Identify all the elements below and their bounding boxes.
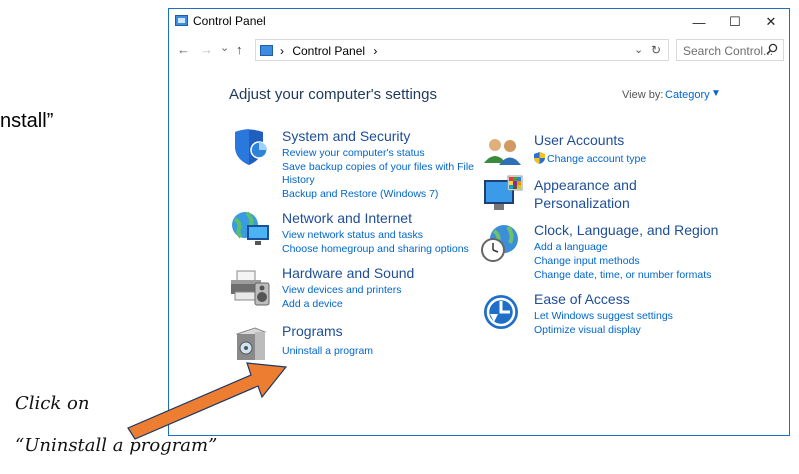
ease-of-access-icon xyxy=(484,295,518,329)
breadcrumb-separator: › xyxy=(280,44,284,58)
category-appearance-line1[interactable]: Appearance and xyxy=(534,177,637,193)
navigation-row: ← → ⌄ ↑ › Control Panel › ⌄ ↻ Search Con… xyxy=(169,39,789,63)
chevron-down-icon[interactable]: ⌄ xyxy=(634,43,643,56)
user-accounts-icon xyxy=(484,139,521,165)
category-ease-of-access[interactable]: Ease of Access xyxy=(534,291,630,307)
programs-icon xyxy=(235,327,267,360)
minimize-button[interactable]: — xyxy=(681,9,717,35)
link-backup-restore[interactable]: Backup and Restore (Windows 7) xyxy=(282,188,438,200)
search-icon xyxy=(766,43,778,55)
view-by-dropdown[interactable]: Category xyxy=(665,89,710,101)
printer-icon xyxy=(231,270,270,306)
control-panel-icon xyxy=(175,15,188,26)
view-by-label: View by: xyxy=(622,89,664,101)
link-change-input-methods[interactable]: Change input methods xyxy=(534,255,640,267)
breadcrumb-separator: › xyxy=(373,44,378,58)
link-network-status[interactable]: View network status and tasks xyxy=(282,229,423,241)
link-homegroup[interactable]: Choose homegroup and sharing options xyxy=(282,243,469,255)
refresh-icon[interactable]: ↻ xyxy=(651,43,661,57)
appearance-icon xyxy=(484,175,523,210)
uac-shield-icon xyxy=(534,152,545,164)
category-appearance-line2[interactable]: Personalization xyxy=(534,195,630,211)
search-input[interactable]: Search Control... xyxy=(676,39,784,61)
control-panel-window: Control Panel — ☐ ✕ ← → ⌄ ↑ › Control Pa… xyxy=(168,8,790,436)
window-title: Control Panel xyxy=(193,14,266,28)
link-optimize-visual-display[interactable]: Optimize visual display xyxy=(534,324,641,336)
page-title: Adjust your computer's settings xyxy=(229,86,437,103)
maximize-button[interactable]: ☐ xyxy=(717,9,753,35)
breadcrumb-control-panel[interactable]: Control Panel xyxy=(292,44,365,58)
category-system-and-security[interactable]: System and Security xyxy=(282,128,410,144)
category-hardware-and-sound[interactable]: Hardware and Sound xyxy=(282,265,414,281)
forward-arrow-icon[interactable]: → xyxy=(200,42,213,57)
recent-locations-icon[interactable]: ⌄ xyxy=(220,41,229,54)
address-bar[interactable]: › Control Panel › ⌄ ↻ xyxy=(255,39,669,61)
link-add-language[interactable]: Add a language xyxy=(534,241,608,253)
link-review-status[interactable]: Review your computer's status xyxy=(282,147,425,159)
link-windows-suggest-settings[interactable]: Let Windows suggest settings xyxy=(534,310,673,322)
category-clock-language-region[interactable]: Clock, Language, and Region xyxy=(534,222,718,238)
link-change-date-time-formats[interactable]: Change date, time, or number formats xyxy=(534,269,711,281)
breadcrumb[interactable]: › Control Panel › xyxy=(280,44,377,58)
close-button[interactable]: ✕ xyxy=(753,9,789,35)
link-change-account-type[interactable]: Change account type xyxy=(547,153,646,165)
clock-globe-icon xyxy=(481,225,518,262)
title-bar: Control Panel — ☐ ✕ xyxy=(169,9,789,35)
link-add-device[interactable]: Add a device xyxy=(282,298,343,310)
shield-icon xyxy=(235,129,268,165)
search-placeholder: Search Control... xyxy=(683,44,774,58)
link-devices-printers[interactable]: View devices and printers xyxy=(282,284,401,296)
up-arrow-icon[interactable]: ↑ xyxy=(236,42,243,57)
annotation-line1: Click on xyxy=(15,393,90,414)
category-network-and-internet[interactable]: Network and Internet xyxy=(282,210,412,226)
link-save-backup-history[interactable]: History xyxy=(282,174,315,186)
network-globe-icon xyxy=(232,211,269,245)
link-save-backup[interactable]: Save backup copies of your files with Fi… xyxy=(282,161,474,173)
dropdown-arrow-icon[interactable]: ▼ xyxy=(711,88,721,99)
control-panel-icon xyxy=(260,45,273,56)
cropped-instruction-text: nstall” xyxy=(0,110,54,132)
annotation-line2: “Uninstall a program” xyxy=(15,435,218,456)
link-uninstall-program[interactable]: Uninstall a program xyxy=(282,345,373,357)
category-user-accounts[interactable]: User Accounts xyxy=(534,132,624,148)
back-arrow-icon[interactable]: ← xyxy=(177,42,190,57)
category-programs[interactable]: Programs xyxy=(282,323,343,339)
